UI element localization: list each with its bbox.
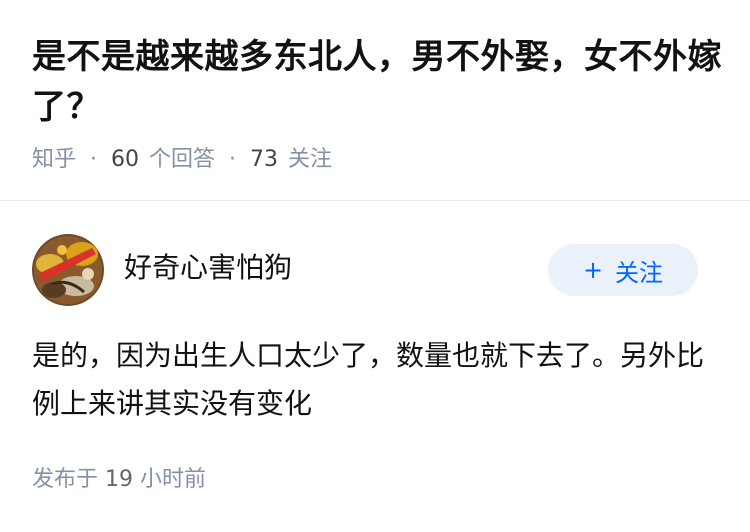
time-value: 19 xyxy=(105,467,134,492)
answer-timestamp: 发布于 19 小时前 xyxy=(32,464,206,496)
follow-button-label: 关注 xyxy=(615,258,664,287)
meta-separator: · xyxy=(229,147,237,172)
time-suffix: 小时前 xyxy=(140,467,207,492)
avatar[interactable] xyxy=(32,234,104,306)
user-avatar-icon xyxy=(32,234,104,306)
time-prefix: 发布于 xyxy=(32,467,99,492)
follow-count: 73 xyxy=(250,147,279,172)
question-meta: 知乎 · 60 个回答 · 73 关注 xyxy=(32,144,722,176)
answer-count-label: 个回答 xyxy=(149,147,216,172)
plus-icon: + xyxy=(582,256,604,284)
answer-author: 好奇心害怕狗 + 关注 xyxy=(32,234,698,306)
source-label: 知乎 xyxy=(32,147,77,172)
section-divider xyxy=(0,200,750,201)
meta-separator: · xyxy=(90,147,98,172)
author-name[interactable]: 好奇心害怕狗 xyxy=(124,250,292,286)
question-title[interactable]: 是不是越来越多东北人，男不外娶，女不外嫁了？ xyxy=(32,32,722,132)
answer-content[interactable]: 是的，因为出生人口太少了，数量也就下去了。另外比例上来讲其实没有变化 xyxy=(32,332,712,428)
follow-count-label: 关注 xyxy=(288,147,333,172)
question-header: 是不是越来越多东北人，男不外娶，女不外嫁了？ 知乎 · 60 个回答 · 73 … xyxy=(32,32,722,176)
follow-button[interactable]: + 关注 xyxy=(548,244,698,296)
answer-count: 60 xyxy=(111,147,140,172)
